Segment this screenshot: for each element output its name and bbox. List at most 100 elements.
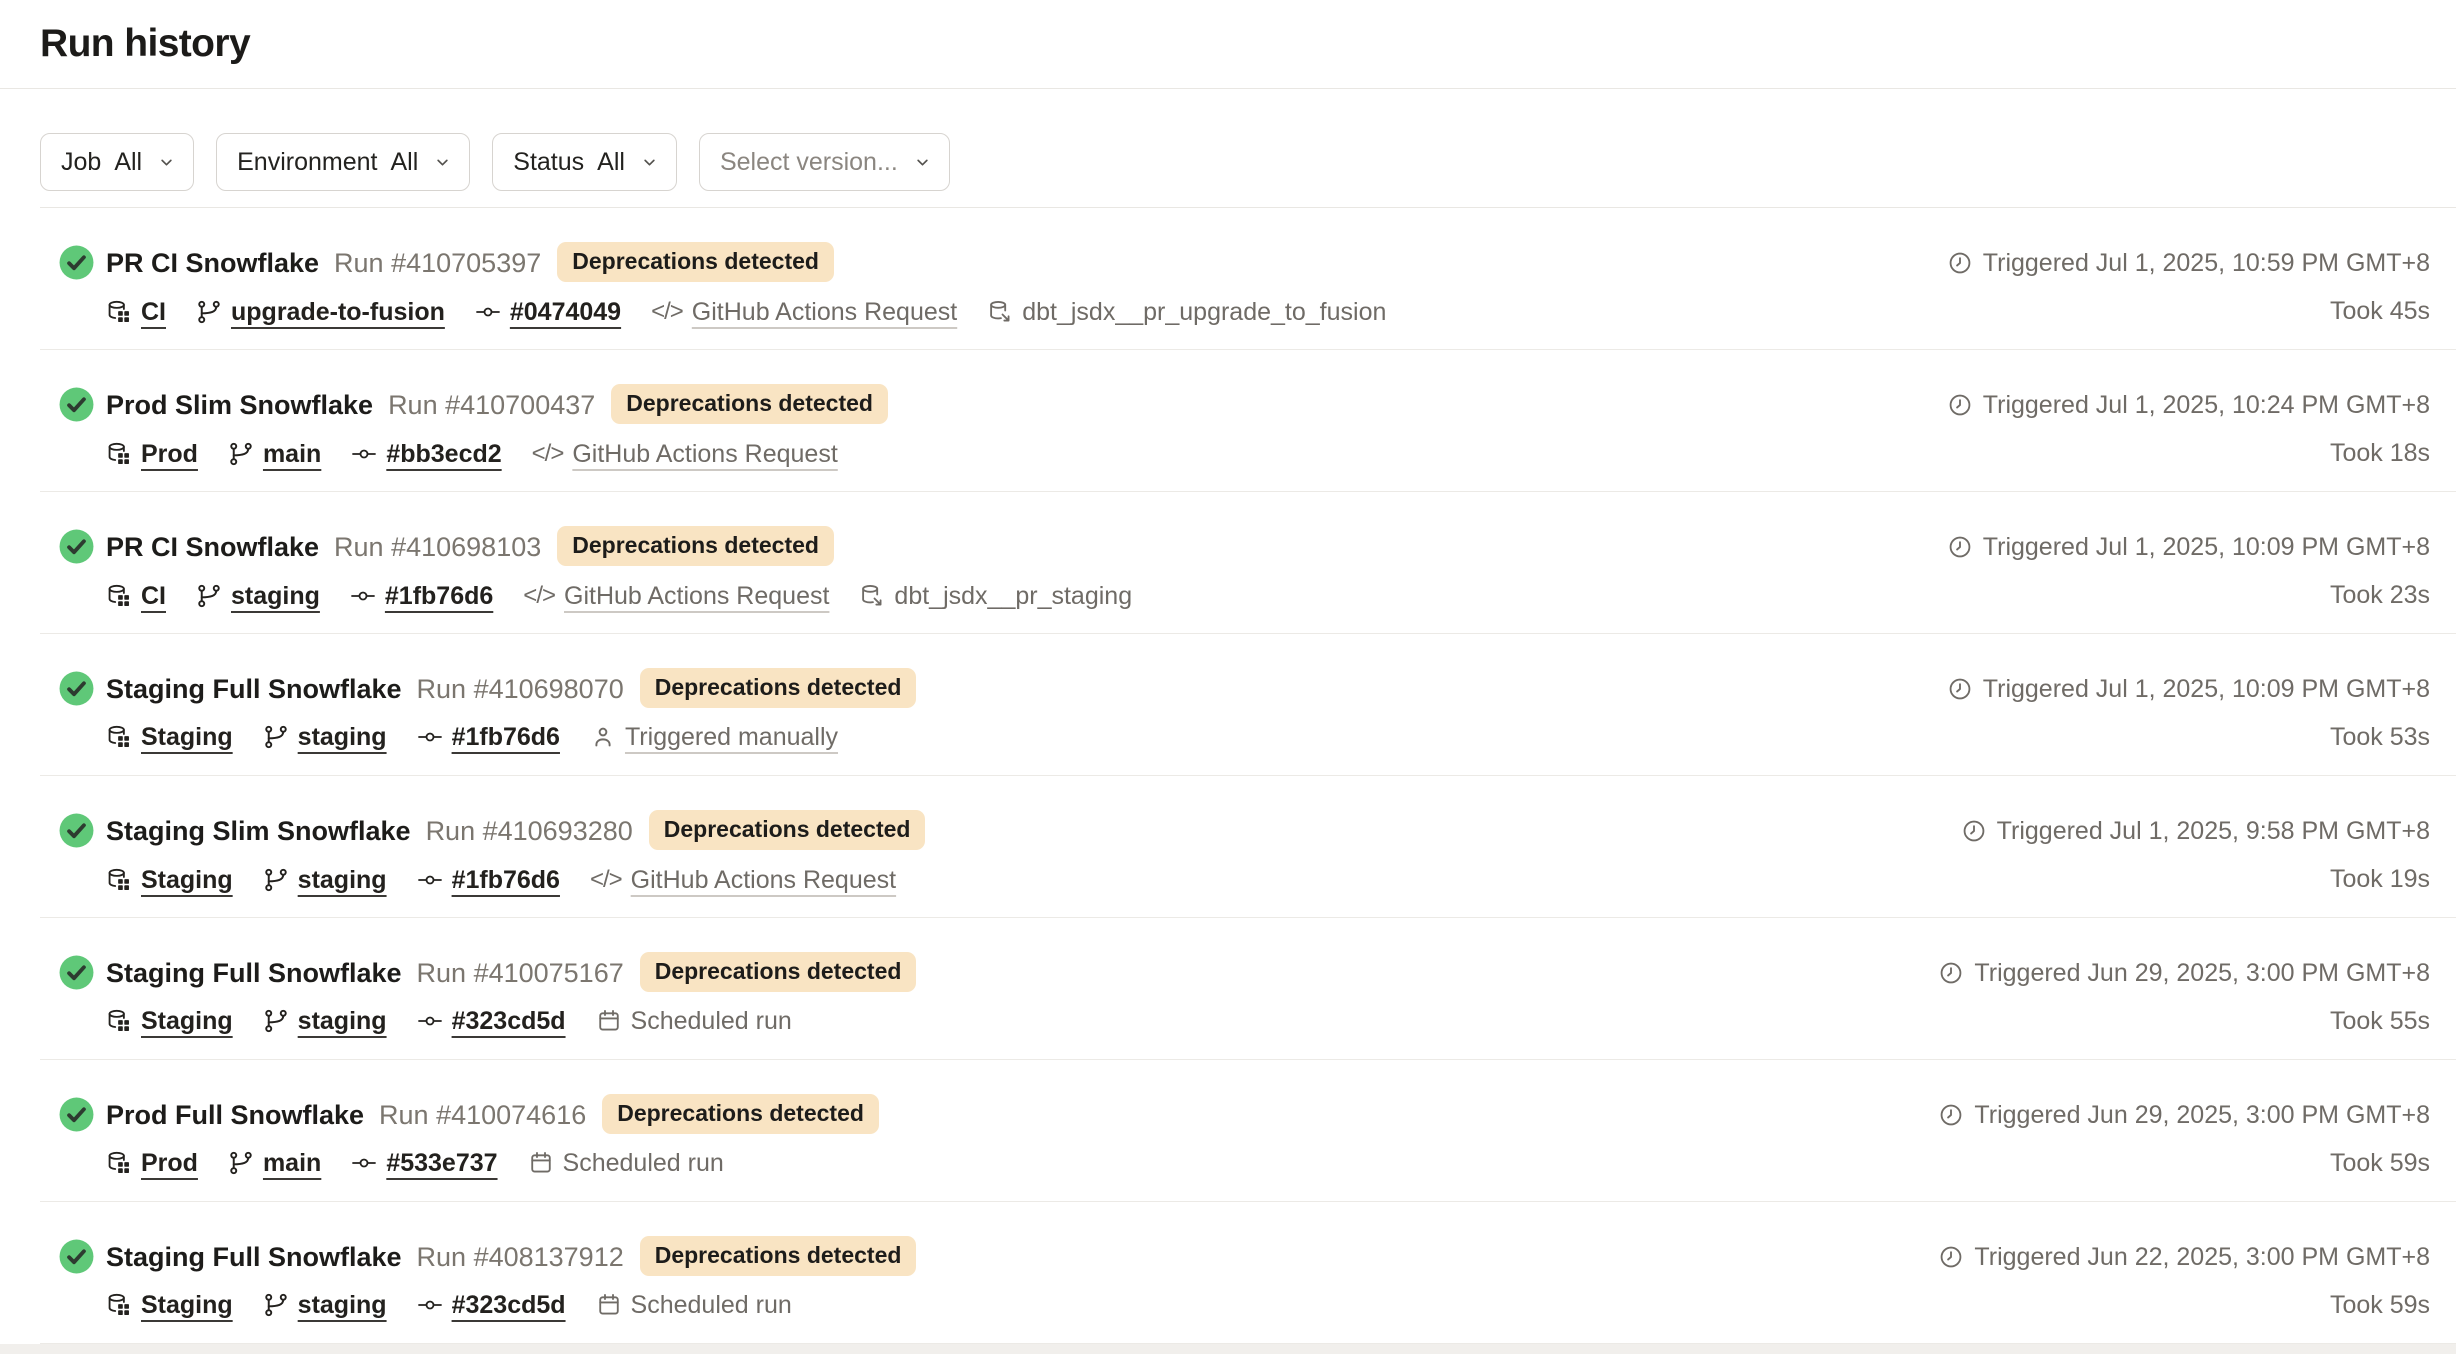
- run-row-right: Triggered Jun 29, 2025, 3:00 PM GMT+8 Too…: [1938, 1094, 2430, 1182]
- run-job-link[interactable]: Prod: [106, 1144, 198, 1182]
- git-branch-link[interactable]: staging: [263, 1002, 387, 1040]
- run-row[interactable]: Staging Full SnowflakeRun #408137912Depr…: [40, 1202, 2456, 1344]
- meta-label: Scheduled run: [563, 1144, 724, 1182]
- run-id: Run #410698070: [417, 668, 624, 710]
- git-branch-link[interactable]: main: [228, 1144, 321, 1182]
- run-row[interactable]: Staging Full SnowflakeRun #410698070Depr…: [40, 634, 2456, 776]
- page-header: Run history: [0, 0, 2456, 89]
- meta-label: Scheduled run: [631, 1002, 792, 1040]
- filter-environment[interactable]: EnvironmentAll: [216, 133, 470, 191]
- run-list: PR CI SnowflakeRun #410705397Deprecation…: [0, 208, 2456, 1344]
- git-branch-link[interactable]: staging: [263, 861, 387, 899]
- run-job-link[interactable]: Staging: [106, 718, 233, 756]
- filter-version[interactable]: Select version...: [699, 133, 950, 191]
- git-branch-link[interactable]: staging: [196, 577, 320, 615]
- run-meta-line: Staging staging #1fb76d6 </>GitHub Action…: [106, 860, 925, 899]
- commit-link[interactable]: #bb3ecd2: [351, 435, 501, 473]
- commit-link[interactable]: #1fb76d6: [417, 718, 560, 756]
- run-title-line: Prod Full SnowflakeRun #410074616Depreca…: [106, 1094, 879, 1136]
- job-icon: [106, 1008, 132, 1034]
- filter-label: Job: [61, 148, 101, 177]
- run-job-link[interactable]: Staging: [106, 861, 233, 899]
- trigger-type-text: Scheduled run: [596, 1002, 792, 1040]
- trigger-source-link[interactable]: </>GitHub Actions Request: [651, 292, 957, 331]
- run-job-link[interactable]: Staging: [106, 1286, 233, 1324]
- git-branch-link[interactable]: main: [228, 435, 321, 473]
- run-row[interactable]: Prod Slim SnowflakeRun #410700437Depreca…: [40, 350, 2456, 492]
- trigger-type-link[interactable]: Triggered manually: [590, 718, 838, 756]
- run-id: Run #410693280: [426, 810, 633, 852]
- filter-job[interactable]: Job All: [40, 133, 194, 191]
- triggered-text: Triggered Jul 1, 2025, 9:58 PM GMT+8: [1997, 810, 2430, 852]
- run-meta-line: Staging staging #1fb76d6 Triggered manua…: [106, 718, 916, 756]
- run-row-left: Staging Slim SnowflakeRun #410693280Depr…: [58, 810, 925, 899]
- meta-label: #323cd5d: [452, 1002, 566, 1040]
- run-triggered-time: Triggered Jun 29, 2025, 3:00 PM GMT+8: [1938, 1094, 2430, 1136]
- schema-name: dbt_jsdx__pr_staging: [859, 577, 1132, 615]
- run-triggered-time: Triggered Jul 1, 2025, 10:09 PM GMT+8: [1947, 526, 2430, 568]
- commit-link[interactable]: #533e737: [351, 1144, 497, 1182]
- success-status-icon: [58, 528, 95, 565]
- triggered-text: Triggered Jun 22, 2025, 3:00 PM GMT+8: [1974, 1236, 2430, 1278]
- meta-label: #0474049: [510, 293, 621, 331]
- run-job-name[interactable]: Staging Full Snowflake: [106, 668, 402, 710]
- triggered-text: Triggered Jun 29, 2025, 3:00 PM GMT+8: [1974, 1094, 2430, 1136]
- run-job-link[interactable]: Prod: [106, 435, 198, 473]
- run-job-link[interactable]: CI: [106, 293, 166, 331]
- commit-link[interactable]: #0474049: [475, 293, 621, 331]
- trigger-source-link[interactable]: </>GitHub Actions Request: [590, 860, 896, 899]
- clock-icon: [1947, 392, 1973, 418]
- triggered-text: Triggered Jul 1, 2025, 10:24 PM GMT+8: [1983, 384, 2430, 426]
- run-duration: Took 59s: [1938, 1144, 2430, 1182]
- run-row[interactable]: Staging Slim SnowflakeRun #410693280Depr…: [40, 776, 2456, 918]
- run-job-name[interactable]: Prod Full Snowflake: [106, 1094, 364, 1136]
- chevron-down-icon: [913, 153, 932, 172]
- git-branch-link[interactable]: staging: [263, 1286, 387, 1324]
- run-row[interactable]: Prod Full SnowflakeRun #410074616Depreca…: [40, 1060, 2456, 1202]
- run-meta-line: CI upgrade-to-fusion #0474049 </>GitHub A…: [106, 292, 1386, 331]
- run-row-main: Prod Full SnowflakeRun #410074616Depreca…: [106, 1094, 879, 1182]
- branch-icon: [263, 724, 289, 750]
- filter-status[interactable]: StatusAll: [492, 133, 677, 191]
- run-meta-line: Staging staging #323cd5d Scheduled run: [106, 1002, 916, 1040]
- job-icon: [106, 1150, 132, 1176]
- commit-link[interactable]: #1fb76d6: [350, 577, 493, 615]
- git-branch-link[interactable]: upgrade-to-fusion: [196, 293, 445, 331]
- commit-link[interactable]: #1fb76d6: [417, 861, 560, 899]
- run-triggered-time: Triggered Jul 1, 2025, 10:59 PM GMT+8: [1947, 242, 2430, 284]
- branch-icon: [196, 583, 222, 609]
- run-job-name[interactable]: PR CI Snowflake: [106, 526, 319, 568]
- run-job-name[interactable]: Staging Full Snowflake: [106, 1236, 402, 1278]
- run-row[interactable]: PR CI SnowflakeRun #410705397Deprecation…: [40, 208, 2456, 350]
- run-row[interactable]: Staging Full SnowflakeRun #410075167Depr…: [40, 918, 2456, 1060]
- meta-label: GitHub Actions Request: [564, 577, 829, 615]
- run-duration: Took 18s: [1947, 434, 2430, 472]
- commit-link[interactable]: #323cd5d: [417, 1286, 566, 1324]
- run-job-name[interactable]: PR CI Snowflake: [106, 242, 319, 284]
- run-job-link[interactable]: Staging: [106, 1002, 233, 1040]
- commit-icon: [417, 1292, 443, 1318]
- run-row-right: Triggered Jul 1, 2025, 10:59 PM GMT+8Too…: [1947, 242, 2430, 330]
- deprecations-badge: Deprecations detected: [557, 526, 834, 566]
- job-icon: [106, 583, 132, 609]
- run-job-name[interactable]: Staging Slim Snowflake: [106, 810, 411, 852]
- commit-link[interactable]: #323cd5d: [417, 1002, 566, 1040]
- calendar-icon: [596, 1008, 622, 1034]
- git-branch-link[interactable]: staging: [263, 718, 387, 756]
- trigger-source-link[interactable]: </>GitHub Actions Request: [523, 576, 829, 615]
- trigger-source-link[interactable]: </>GitHub Actions Request: [532, 434, 838, 473]
- commit-icon: [417, 867, 443, 893]
- run-job-name[interactable]: Prod Slim Snowflake: [106, 384, 373, 426]
- run-meta-line: Prod main #bb3ecd2 </>GitHub Actions Requ…: [106, 434, 888, 473]
- run-triggered-time: Triggered Jul 1, 2025, 9:58 PM GMT+8: [1961, 810, 2430, 852]
- run-job-link[interactable]: CI: [106, 577, 166, 615]
- run-row-main: PR CI SnowflakeRun #410698103Deprecation…: [106, 526, 1132, 615]
- run-title-line: PR CI SnowflakeRun #410698103Deprecation…: [106, 526, 1132, 568]
- filter-value: All: [114, 148, 142, 177]
- run-triggered-time: Triggered Jun 29, 2025, 3:00 PM GMT+8: [1938, 952, 2430, 994]
- triggered-text: Triggered Jul 1, 2025, 10:59 PM GMT+8: [1983, 242, 2430, 284]
- run-row[interactable]: PR CI SnowflakeRun #410698103Deprecation…: [40, 492, 2456, 634]
- run-job-name[interactable]: Staging Full Snowflake: [106, 952, 402, 994]
- meta-label: GitHub Actions Request: [692, 293, 957, 331]
- filter-label: Status: [513, 148, 584, 177]
